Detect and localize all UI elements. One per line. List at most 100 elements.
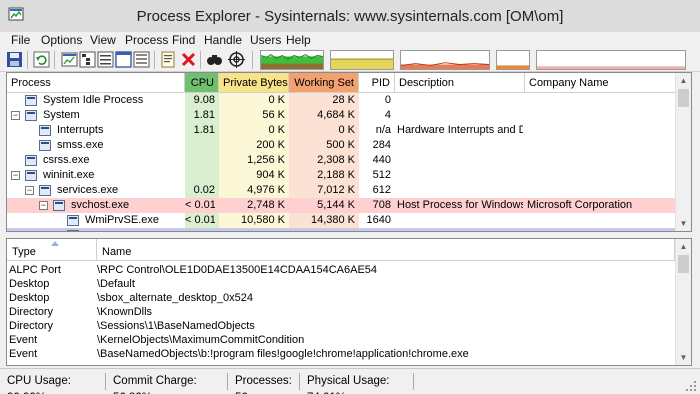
process-private-bytes: 200 K — [256, 139, 285, 151]
status-cpu-usage: CPU Usage: 90.92% — [4, 373, 106, 394]
process-description — [395, 213, 523, 228]
handle-name: \Default — [97, 278, 135, 290]
scroll-up-arrow-icon[interactable]: ▲ — [676, 239, 691, 254]
column-header-cpu[interactable]: CPU — [185, 73, 219, 93]
menu-view[interactable]: View — [90, 33, 116, 47]
process-row[interactable]: System Idle Process 9.08 0 K 28 K 0 — [7, 93, 677, 108]
handle-row[interactable]: Directory \Sessions\1\BaseNamedObjects — [7, 319, 675, 333]
scroll-up-arrow-icon[interactable]: ▲ — [676, 73, 691, 88]
dll-view-icon[interactable] — [133, 51, 150, 68]
process-company-name: Microsoft Corporation — [527, 199, 633, 211]
save-icon[interactable] — [6, 51, 23, 68]
column-header-description[interactable]: Description — [395, 73, 525, 93]
process-row[interactable]: − wininit.exe 904 K 2,188 K 512 — [7, 168, 677, 183]
scroll-thumb[interactable] — [678, 89, 689, 107]
process-cpu: 0.02 — [193, 184, 215, 196]
menu-file[interactable]: File — [11, 33, 30, 47]
process-private-bytes: 904 K — [256, 169, 285, 181]
tree-collapse-icon[interactable]: − — [39, 201, 48, 210]
tree-view-icon[interactable] — [79, 51, 96, 68]
menu-help[interactable]: Help — [286, 33, 311, 47]
process-company-name — [525, 153, 675, 168]
properties-icon[interactable] — [160, 51, 177, 68]
target-crosshair-icon[interactable] — [228, 51, 245, 68]
process-working-set: 28 K — [332, 94, 355, 106]
process-name: System Idle Process — [43, 94, 144, 106]
handle-vertical-scrollbar[interactable]: ▲ ▼ — [675, 239, 691, 365]
commit-graph[interactable] — [330, 50, 394, 70]
scroll-down-arrow-icon[interactable]: ▼ — [676, 350, 691, 365]
process-row[interactable]: csrss.exe 1,256 K 2,308 K 440 — [7, 153, 677, 168]
handle-name: \KnownDlls — [97, 306, 153, 318]
process-name: Interrupts — [57, 124, 104, 136]
handle-row[interactable]: Desktop \Default — [7, 277, 675, 291]
column-header-name[interactable]: Name — [97, 239, 675, 261]
toolbar-separator — [27, 51, 28, 69]
handle-row[interactable]: Directory \KnownDlls — [7, 305, 675, 319]
column-header-company-name[interactable]: Company Name — [525, 73, 677, 93]
scroll-down-arrow-icon[interactable]: ▼ — [676, 216, 691, 231]
process-icon — [39, 125, 51, 136]
menu-users[interactable]: Users — [250, 33, 281, 47]
process-cpu — [185, 228, 215, 231]
process-working-set: 2,308 K — [317, 154, 355, 166]
process-row[interactable] — [7, 228, 677, 231]
handle-type: Event — [9, 348, 38, 360]
column-header-process[interactable]: Process — [7, 73, 185, 93]
process-row[interactable]: − System 1.81 56 K 4,684 K 4 — [7, 108, 677, 123]
column-header-working-set[interactable]: Working Set — [289, 73, 359, 93]
handle-row[interactable]: Event \BaseNamedObjects\b:!program files!… — [7, 347, 675, 361]
process-cpu: 1.81 — [193, 124, 215, 136]
network-graph[interactable] — [536, 50, 686, 70]
process-row[interactable]: − svchost.exe < 0.01 2,748 K 5,144 K 708 Host … — [7, 198, 677, 213]
find-icon[interactable] — [206, 51, 223, 68]
process-private-bytes: 1,256 K — [247, 154, 285, 166]
process-name: WmiPrvSE.exe — [85, 214, 159, 226]
handle-row[interactable]: Desktop \sbox_alternate_desktop_0x524 — [7, 291, 675, 305]
toolbar-separator — [200, 51, 201, 69]
process-pid: 0 — [384, 94, 391, 106]
process-company-name — [525, 108, 675, 123]
process-description — [395, 168, 523, 183]
menu-process[interactable]: Process — [125, 33, 168, 47]
system-info-icon[interactable] — [61, 51, 78, 68]
scroll-thumb[interactable] — [678, 255, 689, 273]
cpu-graph[interactable] — [260, 50, 324, 70]
menu-find[interactable]: Find — [172, 33, 195, 47]
handle-type: Directory — [9, 320, 54, 332]
process-vertical-scrollbar[interactable]: ▲ ▼ — [675, 73, 691, 231]
kill-process-icon[interactable] — [180, 51, 197, 68]
process-name: smss.exe — [57, 139, 104, 151]
tree-collapse-icon[interactable]: − — [25, 186, 34, 195]
refresh-icon[interactable] — [33, 51, 50, 68]
handle-name: \Sessions\1\BaseNamedObjects — [97, 320, 255, 332]
column-header-pid[interactable]: PID — [359, 73, 395, 93]
tree-collapse-icon[interactable]: − — [11, 111, 20, 120]
process-row[interactable]: Interrupts 1.81 0 K 0 K n/a Hardware Interrup… — [7, 123, 677, 138]
process-company-name — [525, 183, 675, 198]
process-private-bytes: 0 K — [268, 124, 285, 136]
handle-row[interactable]: Event \KernelObjects\MaximumCommitConditi… — [7, 333, 675, 347]
physical-memory-graph[interactable] — [496, 50, 530, 70]
window-icon[interactable] — [115, 51, 132, 68]
process-cpu: < 0.01 — [185, 199, 215, 211]
io-graph[interactable] — [400, 50, 490, 70]
handle-row[interactable]: ALPC Port \RPC Control\OLE1D0DAE13500E14C… — [7, 263, 675, 277]
handle-list-pane: Type Name ALPC Port \RPC Control\OLE1D0DA… — [6, 238, 692, 366]
handle-type: Directory — [9, 306, 54, 318]
toolbar-separator — [154, 51, 155, 69]
column-header-private-bytes[interactable]: Private Bytes — [219, 73, 289, 93]
tree-collapse-icon[interactable]: − — [11, 171, 20, 180]
menu-handle[interactable]: Handle — [204, 33, 242, 47]
resize-grip-icon[interactable] — [686, 381, 697, 392]
status-processes: Processes: 56 — [232, 373, 300, 394]
menu-options[interactable]: Options — [41, 33, 82, 47]
list-view-icon[interactable] — [97, 51, 114, 68]
process-description: Host Process for Windows S... — [397, 199, 523, 211]
process-cpu — [185, 168, 215, 183]
process-working-set: 4,684 K — [317, 109, 355, 121]
process-icon — [67, 230, 79, 231]
process-row[interactable]: smss.exe 200 K 500 K 284 — [7, 138, 677, 153]
process-row[interactable]: WmiPrvSE.exe < 0.01 10,580 K 14,380 K 1640 — [7, 213, 677, 228]
process-row[interactable]: − services.exe 0.02 4,976 K 7,012 K 612 — [7, 183, 677, 198]
